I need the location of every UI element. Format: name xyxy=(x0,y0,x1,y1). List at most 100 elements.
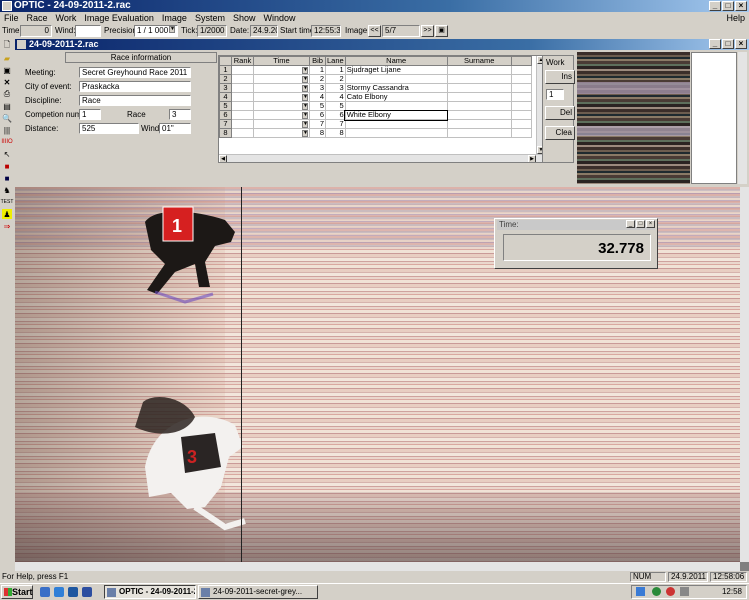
pointer-icon[interactable]: ↖ xyxy=(2,149,12,159)
rank-cell[interactable] xyxy=(231,92,254,102)
goto-image-button[interactable]: ▣ xyxy=(435,25,448,37)
clear-button[interactable]: Clea xyxy=(545,126,575,140)
new-file-icon[interactable]: 🗋 xyxy=(2,40,12,51)
city-input[interactable]: Praskacka xyxy=(79,81,191,92)
desktop-icon[interactable] xyxy=(68,587,78,597)
maximize-button[interactable]: □ xyxy=(722,1,734,11)
print-icon[interactable]: ⎙ xyxy=(2,89,12,99)
race-input[interactable]: 3 xyxy=(169,109,191,120)
chevron-down-icon[interactable]: ▼ xyxy=(302,111,308,119)
image-field[interactable]: 5/7 xyxy=(382,25,420,37)
time-popup[interactable]: Time: _ □ × 32.778 xyxy=(494,218,658,269)
work-spin-input[interactable]: 1 xyxy=(546,89,564,100)
image-vertical-scrollbar[interactable] xyxy=(740,187,749,562)
time-popup-minimize[interactable]: _ xyxy=(626,220,635,228)
word-icon[interactable] xyxy=(82,587,92,597)
race-info-header[interactable]: Race information xyxy=(65,52,217,63)
table-row[interactable]: 6 ▼ 6 6 White Elbony xyxy=(219,109,532,121)
time-cell[interactable]: ▼ xyxy=(253,92,310,102)
chevron-down-icon[interactable]: ▼ xyxy=(302,93,308,101)
close-button[interactable]: × xyxy=(735,1,747,11)
rank-cell[interactable] xyxy=(231,119,254,129)
surname-cell[interactable] xyxy=(446,119,512,129)
menu-window[interactable]: Window xyxy=(259,12,299,24)
bib-cell[interactable]: 8 xyxy=(309,128,326,138)
zoom-icon[interactable]: 🔍 xyxy=(2,113,12,123)
minimize-button[interactable]: _ xyxy=(709,1,721,11)
name-cell-selected[interactable]: White Elbony xyxy=(344,109,449,121)
tray-network-icon[interactable] xyxy=(652,587,661,596)
chevron-down-icon[interactable]: ▼ xyxy=(302,102,308,110)
barcode-icon[interactable]: ||| xyxy=(2,125,12,135)
precision-select[interactable]: 1 / 1 000 ▼ xyxy=(134,25,178,37)
time-cell[interactable]: ▼ xyxy=(253,65,310,75)
image-thumbnail[interactable] xyxy=(577,52,690,184)
table-row[interactable]: 4 ▼ 4 4 Cato Elbony xyxy=(219,92,532,102)
rank-cell[interactable] xyxy=(231,74,254,84)
rank-cell[interactable] xyxy=(231,128,254,138)
next-image-button[interactable]: >> xyxy=(421,25,434,37)
surname-cell[interactable] xyxy=(446,110,512,120)
image-horizontal-scrollbar[interactable] xyxy=(15,562,740,571)
delete-icon[interactable]: ✕ xyxy=(2,77,12,87)
tick-field[interactable]: 1/2000 xyxy=(197,25,227,37)
finish-line-cursor[interactable] xyxy=(241,187,242,562)
red-marker-icon[interactable]: ■ xyxy=(2,161,12,171)
scroll-left-icon[interactable]: ◀ xyxy=(219,155,227,162)
time-cell[interactable]: ▼ xyxy=(253,119,310,129)
menu-image[interactable]: Image xyxy=(158,12,191,24)
explorer-icon[interactable] xyxy=(54,587,64,597)
runner-icon[interactable]: ♞ xyxy=(2,185,12,195)
rank-cell[interactable] xyxy=(231,110,254,120)
surname-cell[interactable] xyxy=(446,83,512,93)
child-maximize-button[interactable]: □ xyxy=(722,39,734,49)
menu-work[interactable]: Work xyxy=(52,12,81,24)
chevron-down-icon[interactable]: ▼ xyxy=(302,75,308,83)
chevron-down-icon[interactable]: ▼ xyxy=(302,129,308,137)
time-cell[interactable]: ▼ xyxy=(253,74,310,84)
time-popup-close[interactable]: × xyxy=(646,220,655,228)
surname-cell[interactable] xyxy=(446,65,512,75)
tray-security-icon[interactable] xyxy=(666,587,675,596)
col-surname[interactable]: Surname xyxy=(446,56,512,66)
delete-button[interactable]: Del xyxy=(545,106,575,120)
open-folder-icon[interactable]: ▰ xyxy=(2,53,12,63)
distance-input[interactable]: 525 xyxy=(79,123,139,134)
chevron-down-icon[interactable]: ▼ xyxy=(302,120,308,128)
col-rank[interactable]: Rank xyxy=(231,56,254,66)
chevron-down-icon[interactable]: ▼ xyxy=(302,66,308,74)
scroll-right-icon[interactable]: ▶ xyxy=(528,155,536,162)
table-row[interactable]: 8 ▼ 8 8 xyxy=(219,128,532,138)
menu-help[interactable]: Help xyxy=(722,12,749,24)
finish-icon[interactable]: ♟ xyxy=(2,209,12,219)
save-icon[interactable]: ▣ xyxy=(2,65,12,75)
tray-volume-icon[interactable] xyxy=(680,587,689,596)
col-time[interactable]: Time xyxy=(253,56,310,66)
name-cell[interactable]: Sjudraget Lijane xyxy=(344,65,448,75)
competitors-grid[interactable]: Rank Time Bib Lane Name Surname 1 ▼ 1 1 … xyxy=(218,55,545,163)
thumbnail-scrollbar[interactable] xyxy=(738,52,747,184)
surname-cell[interactable] xyxy=(446,92,512,102)
chevron-down-icon[interactable]: ▼ xyxy=(302,84,308,92)
menu-race[interactable]: Race xyxy=(23,12,52,24)
rank-cell[interactable] xyxy=(231,65,254,75)
surname-cell[interactable] xyxy=(446,128,512,138)
discipline-input[interactable]: Race xyxy=(79,95,191,106)
name-cell[interactable] xyxy=(344,119,448,129)
surname-cell[interactable] xyxy=(446,101,512,111)
rank-cell[interactable] xyxy=(231,101,254,111)
rank-cell[interactable] xyxy=(231,83,254,93)
grid-horizontal-scrollbar[interactable]: ◀ ▶ xyxy=(219,154,544,162)
test-icon[interactable]: TEST xyxy=(1,197,14,207)
prev-image-button[interactable]: << xyxy=(368,25,381,37)
record-icon[interactable]: IIIIO xyxy=(1,137,12,147)
taskbar-optic[interactable]: OPTIC - 24-09-2011-2... xyxy=(104,585,196,599)
time-cell[interactable]: ▼ xyxy=(253,83,310,93)
date-field[interactable]: 24.9.201 xyxy=(250,25,278,37)
name-cell[interactable] xyxy=(344,128,448,138)
menu-show[interactable]: Show xyxy=(229,12,260,24)
taskbar-image-viewer[interactable]: 24-09-2011-secret-grey... xyxy=(198,585,318,599)
photo-finish-image[interactable]: 1 3 Time: _ □ × 32.778 xyxy=(15,187,740,562)
time-field[interactable]: 0 xyxy=(20,25,52,37)
race-wind-input[interactable]: 01" xyxy=(159,123,191,134)
